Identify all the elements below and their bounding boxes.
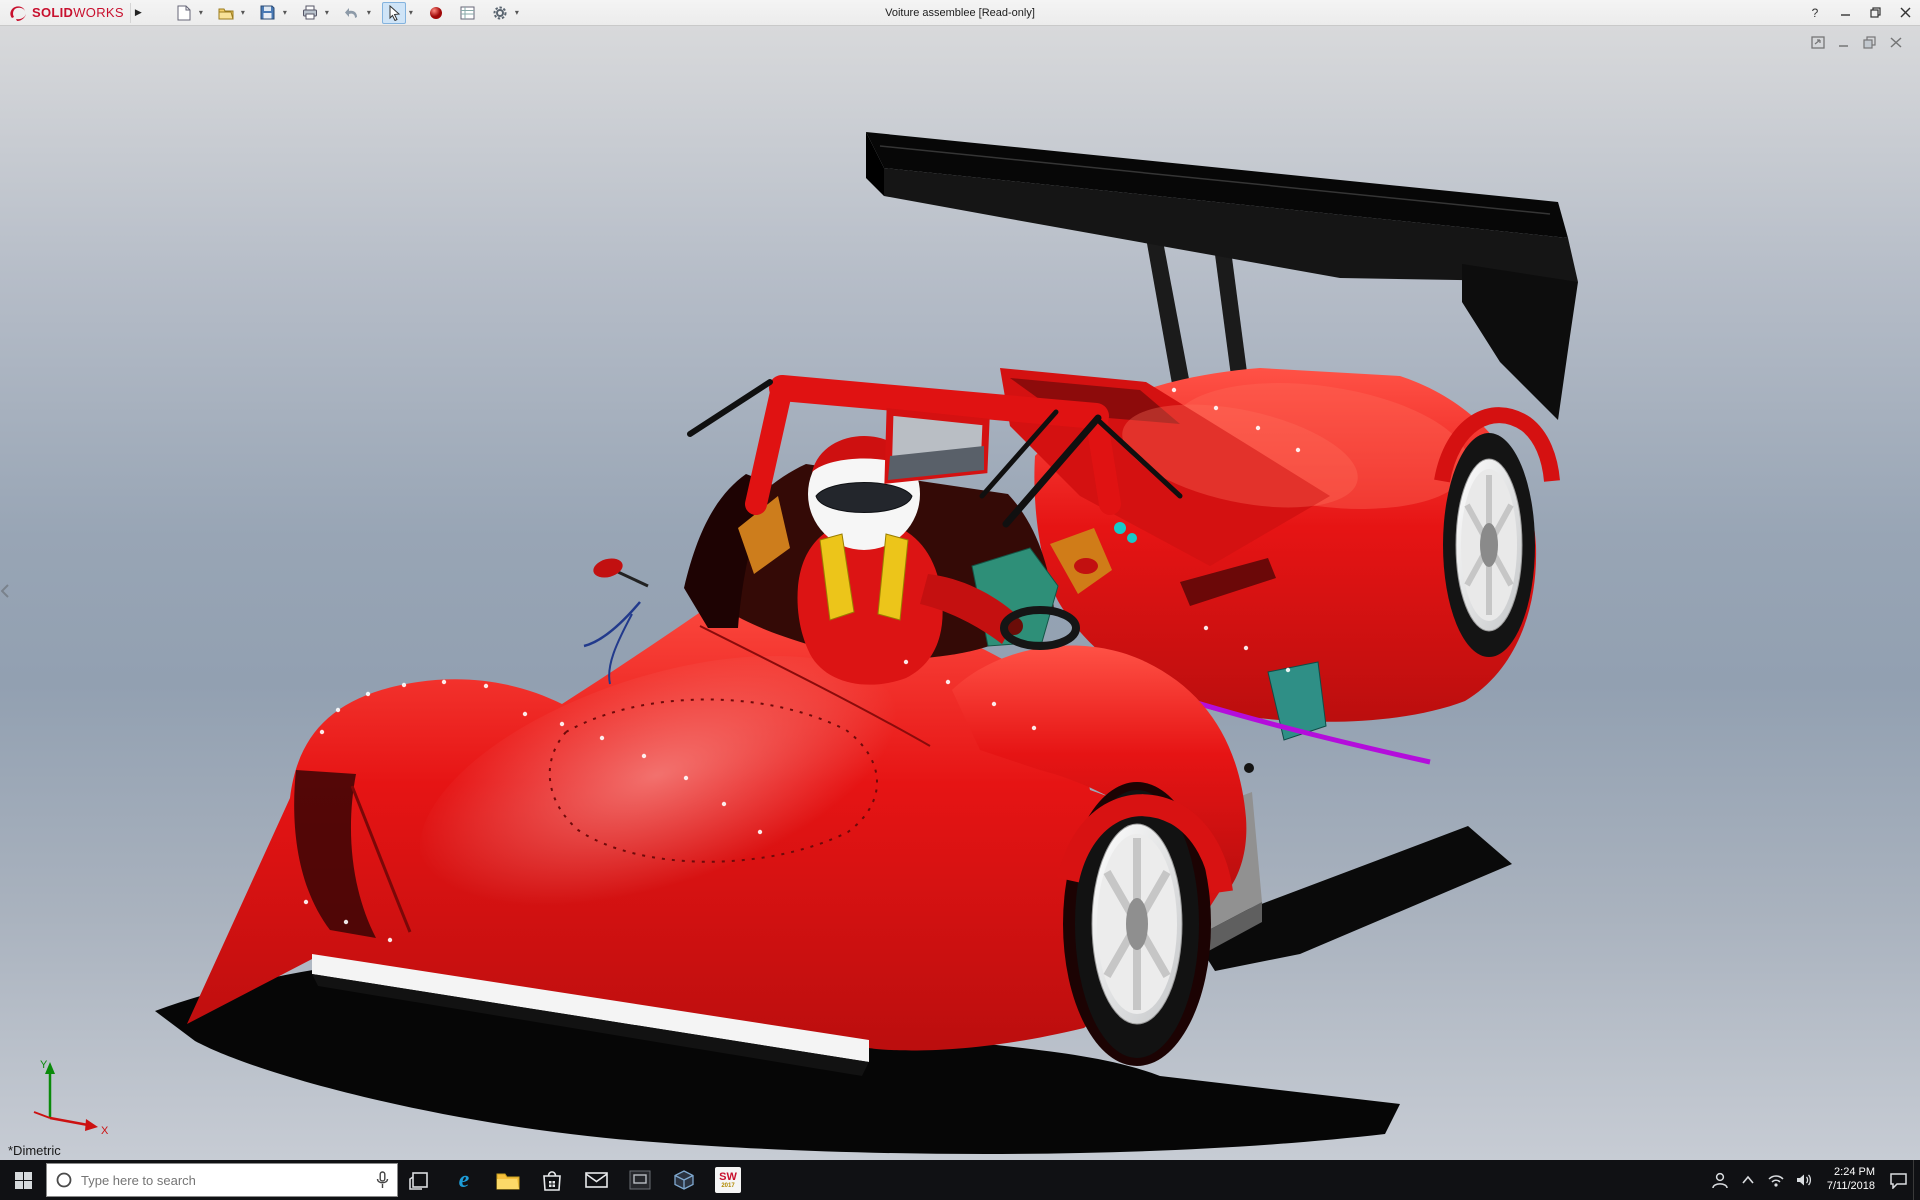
people-icon xyxy=(1712,1172,1728,1189)
triad-x-label: X xyxy=(101,1125,109,1136)
doc-minimize-button[interactable] xyxy=(1834,34,1854,51)
open-button[interactable] xyxy=(214,2,238,24)
file-explorer-button[interactable] xyxy=(486,1160,530,1200)
select-tool-dropdown[interactable]: ▾ xyxy=(406,8,416,17)
store-button[interactable] xyxy=(530,1160,574,1200)
chevron-up-icon xyxy=(1742,1175,1754,1184)
action-center-button[interactable] xyxy=(1885,1160,1911,1200)
volume-button[interactable] xyxy=(1791,1160,1817,1200)
properties-sheet-icon xyxy=(460,6,475,19)
featuremanager-pane-toggle[interactable] xyxy=(0,578,10,604)
menu-expander-button[interactable]: ▶ xyxy=(129,2,146,23)
cube-icon xyxy=(674,1170,694,1190)
task-view-button[interactable] xyxy=(398,1160,442,1200)
edge-browser-button[interactable]: e xyxy=(442,1160,486,1200)
network-icon xyxy=(1768,1175,1784,1187)
doc-restore-icon xyxy=(1863,36,1876,49)
triad-y-label: Y xyxy=(40,1059,48,1071)
new-document-button[interactable] xyxy=(172,2,196,24)
open-folder-icon xyxy=(218,8,234,19)
microphone-icon[interactable] xyxy=(376,1171,389,1189)
close-button[interactable] xyxy=(1890,0,1920,25)
start-button[interactable] xyxy=(0,1160,46,1200)
solidworks-app-icon: SW 2017 xyxy=(715,1167,741,1193)
doc-close-icon xyxy=(1890,37,1902,48)
mail-envelope-icon xyxy=(584,1172,608,1188)
solidworks-app-button[interactable]: SW 2017 xyxy=(706,1160,750,1200)
taskbar-search[interactable] xyxy=(46,1163,398,1197)
taskbar-clock[interactable]: 2:24 PM 7/11/2018 xyxy=(1819,1166,1883,1194)
ds-logo-icon xyxy=(10,5,26,21)
mail-button[interactable] xyxy=(574,1160,618,1200)
search-input[interactable] xyxy=(81,1172,368,1188)
new-document-dropdown[interactable]: ▾ xyxy=(196,8,206,17)
system-tray: 2:24 PM 7/11/2018 xyxy=(1707,1160,1920,1200)
doc-restore-button[interactable] xyxy=(1860,34,1880,51)
help-button[interactable]: ? xyxy=(1800,0,1830,25)
maximize-button[interactable] xyxy=(1860,0,1890,25)
gear-icon xyxy=(493,6,507,19)
save-floppy-icon xyxy=(260,5,275,20)
viewer-app-button[interactable] xyxy=(662,1160,706,1200)
doc-close-button[interactable] xyxy=(1886,34,1906,51)
brand-works: WORKS xyxy=(73,4,124,20)
app-titlebar: SOLIDWORKS ▶ ▾ ▾ ▾ ▾ ▾ ▾ ▾ Voiture assem… xyxy=(0,0,1920,26)
speaker-icon xyxy=(1796,1174,1811,1186)
folder-icon xyxy=(496,1173,520,1190)
undo-button[interactable] xyxy=(340,2,364,24)
rear-wheel[interactable] xyxy=(1443,433,1535,657)
clock-date: 7/11/2018 xyxy=(1826,1180,1875,1192)
print-button[interactable] xyxy=(298,2,322,24)
edge-icon: e xyxy=(458,1166,470,1193)
solidworks-logo: SOLIDWORKS xyxy=(0,4,130,22)
windows-taskbar: e SW 2017 xyxy=(0,1160,1920,1200)
select-cursor-icon xyxy=(389,4,401,21)
undo-arrow-icon xyxy=(344,7,357,18)
doc-minimize-icon xyxy=(1839,45,1848,47)
options-button[interactable] xyxy=(488,2,512,24)
document-window-controls xyxy=(1808,34,1906,51)
appearance-button[interactable] xyxy=(424,2,448,24)
save-button[interactable] xyxy=(256,2,280,24)
car-3d-model[interactable] xyxy=(0,26,1920,1160)
minimize-icon xyxy=(1840,14,1850,16)
print-dropdown[interactable]: ▾ xyxy=(322,8,332,17)
printer-icon xyxy=(302,5,317,20)
notification-icon xyxy=(1889,1172,1907,1189)
solidworks-app-label: SW xyxy=(719,1170,737,1183)
app-window-icon xyxy=(629,1170,651,1190)
task-view-icon xyxy=(409,1172,428,1190)
graphics-viewport[interactable]: Y X *Dimetric xyxy=(0,26,1920,1160)
tray-expand-button[interactable] xyxy=(1735,1160,1761,1200)
restore-icon xyxy=(1869,7,1881,18)
chevron-left-icon xyxy=(1,584,9,598)
properties-button[interactable] xyxy=(456,2,480,24)
orientation-triad: Y X xyxy=(33,1059,109,1136)
store-bag-icon xyxy=(543,1171,561,1191)
save-dropdown[interactable]: ▾ xyxy=(280,8,290,17)
snipping-app-button[interactable] xyxy=(618,1160,662,1200)
options-dropdown[interactable]: ▾ xyxy=(512,8,522,17)
select-tool-button[interactable] xyxy=(381,1,406,24)
network-button[interactable] xyxy=(1763,1160,1789,1200)
red-sphere-icon xyxy=(429,6,442,19)
minimize-button[interactable] xyxy=(1830,0,1860,25)
new-window-icon xyxy=(1811,36,1825,49)
doc-new-window-button[interactable] xyxy=(1808,34,1828,51)
new-document-icon xyxy=(177,5,191,20)
open-dropdown[interactable]: ▾ xyxy=(238,8,248,17)
undo-dropdown[interactable]: ▾ xyxy=(364,8,374,17)
clock-time: 2:24 PM xyxy=(1834,1166,1875,1179)
brand-solid: SOLID xyxy=(32,4,74,20)
view-orientation-label: *Dimetric xyxy=(8,1143,61,1158)
cortana-circle-icon xyxy=(56,1172,72,1188)
quick-access-toolbar: ▾ ▾ ▾ ▾ ▾ ▾ ▾ xyxy=(172,1,528,24)
windows-logo-icon xyxy=(14,1171,32,1189)
solidworks-app-year: 2017 xyxy=(721,1182,735,1189)
people-button[interactable] xyxy=(1707,1160,1733,1200)
show-desktop-button[interactable] xyxy=(1913,1160,1918,1200)
close-icon xyxy=(1900,7,1910,18)
